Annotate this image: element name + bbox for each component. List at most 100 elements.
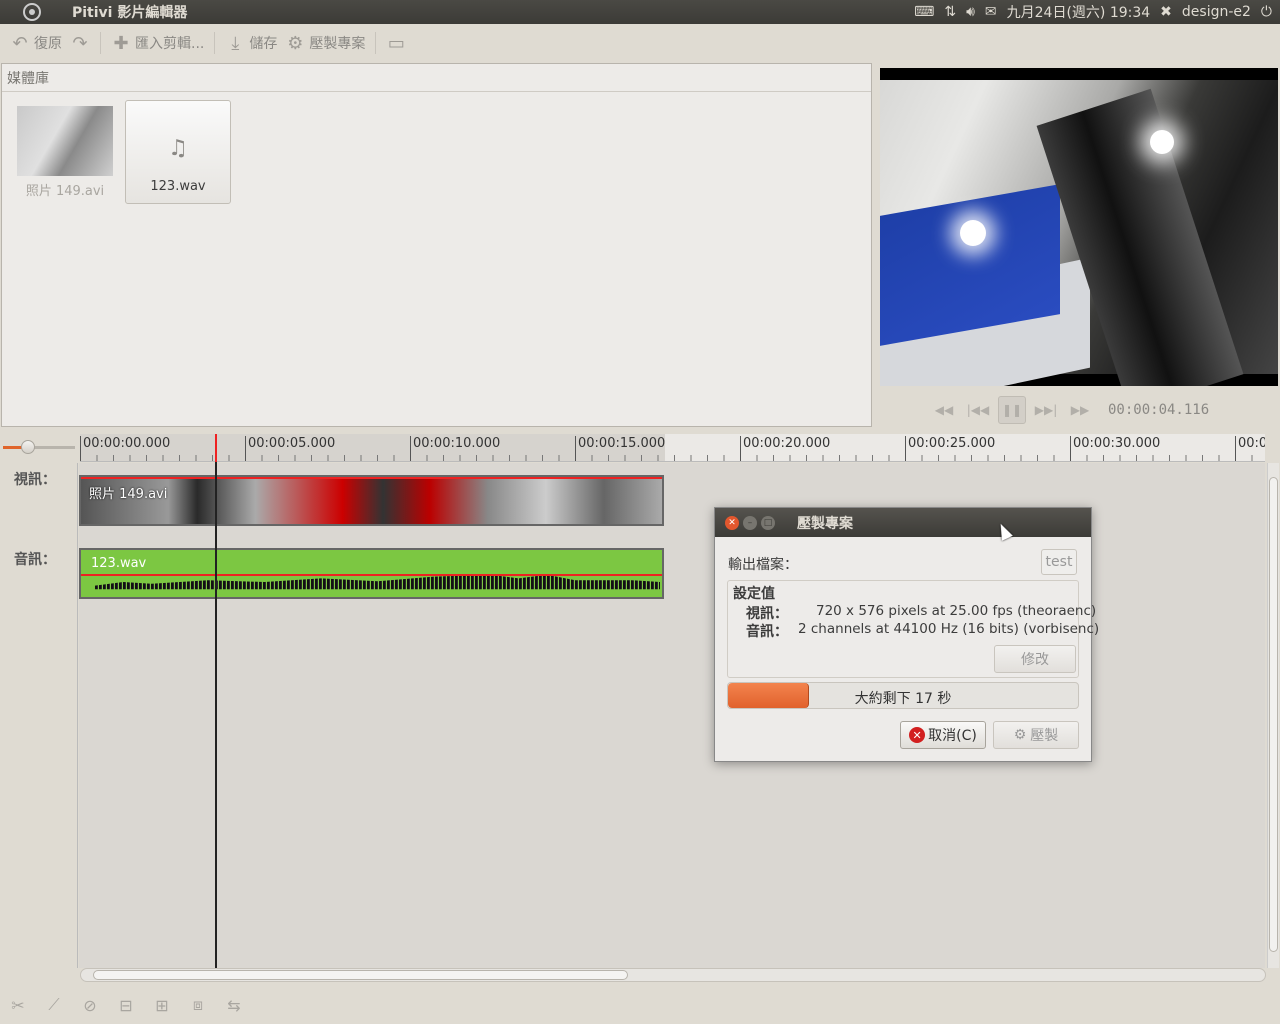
skip-end-icon[interactable]: ▶▶|	[1032, 396, 1060, 424]
audio-clip[interactable]: 123.wav	[79, 548, 664, 599]
timeline-toolbar: ✂ ⟋ ⊘ ⊟ ⊞ ⧈ ⇆	[6, 992, 246, 1018]
app-title: Pitivi 影片編輯器	[72, 5, 188, 21]
top-panel: Pitivi 影片編輯器 ⌨ ⇅ 🔊︎ ✉ 九月24日(週六) 19:34 ✖ …	[0, 0, 1280, 24]
music-note-icon: ♫	[168, 135, 188, 161]
network-icon[interactable]: ⇅	[944, 4, 956, 20]
ruler-tick: 00:00:15.000	[575, 436, 665, 461]
video-thumbnail	[17, 106, 113, 176]
viewer-timecode: 00:00:04.116	[1108, 402, 1210, 418]
fullscreen-button[interactable]: ▭	[382, 28, 410, 58]
volume-icon[interactable]: 🔊︎	[966, 4, 975, 20]
audio-clip-name: 123.wav	[91, 556, 147, 571]
track-labels: 視訊： 音訊：	[0, 463, 78, 968]
save-button[interactable]: ⤓ 儲存	[221, 28, 281, 58]
ruler-tick: 00:0(	[1235, 436, 1265, 461]
video-setting-label: 視訊：	[746, 606, 788, 622]
indicator-area: ⌨ ⇅ 🔊︎ ✉ 九月24日(週六) 19:34 ✖ design-e2 ⏻	[914, 0, 1280, 24]
save-icon: ⤓	[231, 32, 240, 54]
ubuntu-logo-icon[interactable]	[20, 0, 44, 24]
render-dialog: ✕ – □ 壓製專案 輸出檔案： test 設定值 視訊： 720 x 576 …	[714, 507, 1099, 762]
close-icon[interactable]: ✕	[725, 515, 739, 530]
render-progress-bar: 大約剩下 17 秒	[727, 682, 1079, 709]
power-icon[interactable]: ⏻	[1261, 4, 1272, 20]
undo-label: 復原	[34, 36, 62, 52]
playhead-marker[interactable]	[215, 434, 217, 462]
toolbar-separator	[375, 32, 377, 54]
playhead[interactable]	[215, 434, 217, 968]
rewind-icon[interactable]: ◀◀	[930, 396, 958, 424]
split-icon[interactable]: ✂	[6, 993, 30, 1017]
dialog-title: 壓製專案	[797, 515, 853, 532]
output-file-button[interactable]: test	[1041, 549, 1077, 575]
render-icon: ⚙	[1013, 727, 1027, 743]
media-item-label: 照片 149.avi	[25, 184, 105, 199]
scrollbar-thumb[interactable]	[93, 970, 628, 980]
settings-title: 設定值	[733, 586, 775, 602]
media-item-label: 123.wav	[150, 179, 206, 194]
video-clip-name: 照片 149.avi	[89, 487, 168, 502]
video-frame	[880, 80, 1278, 386]
save-label: 儲存	[249, 36, 278, 52]
progress-text: 大約剩下 17 秒	[854, 691, 952, 707]
media-library-panel: 媒體庫 照片 149.avi ♫ 123.wav	[1, 63, 872, 427]
minimize-icon[interactable]: –	[743, 515, 757, 530]
undo-arrow-icon: ↶	[12, 32, 28, 54]
import-clips-button[interactable]: ✚ 匯入剪輯...	[107, 28, 208, 58]
user-name[interactable]: design-e2	[1182, 4, 1251, 20]
media-item-video[interactable]: 照片 149.avi	[12, 102, 118, 206]
skip-start-icon[interactable]: |◀◀	[964, 396, 992, 424]
render-project-button[interactable]: ⚙ 壓製專案	[281, 28, 369, 58]
settings-group: 設定值 視訊： 720 x 576 pixels at 25.00 fps (t…	[727, 580, 1099, 678]
link-icon[interactable]: ⊞	[150, 993, 174, 1017]
modify-button[interactable]: 修改	[994, 645, 1076, 673]
keyboard-icon[interactable]: ⌨	[914, 4, 934, 20]
ruler-tick: 00:00:30.000	[1070, 436, 1160, 461]
video-clip[interactable]: 照片 149.avi	[79, 475, 664, 526]
mail-icon[interactable]: ✉	[985, 4, 997, 20]
import-label: 匯入剪輯...	[135, 36, 205, 52]
ruler-tick: 00:00:10.000	[410, 436, 500, 461]
horizontal-scrollbar[interactable]	[80, 968, 1266, 982]
vertical-scrollbar[interactable]	[1267, 463, 1279, 968]
user-status-icon[interactable]: ✖	[1160, 4, 1172, 20]
zoom-slider-knob[interactable]	[21, 440, 35, 454]
cancel-button[interactable]: ✕ 取消(C)	[900, 721, 986, 749]
group-icon[interactable]: ⧈	[186, 993, 210, 1017]
render-button[interactable]: ⚙ 壓製	[993, 721, 1079, 749]
keyframe-icon[interactable]: ⟋	[42, 993, 66, 1017]
render-button-label: 壓製	[1030, 728, 1059, 744]
pause-icon[interactable]: ❚❚	[998, 396, 1026, 424]
video-track-label: 視訊：	[14, 472, 56, 488]
gear-icon: ⚙	[287, 32, 304, 54]
render-label: 壓製專案	[309, 36, 366, 52]
add-icon: ✚	[113, 32, 129, 54]
dialog-titlebar[interactable]: ✕ – □ 壓製專案	[715, 508, 1091, 537]
unlink-icon[interactable]: ⊟	[114, 993, 138, 1017]
delete-icon[interactable]: ⊘	[78, 993, 102, 1017]
toolbar-separator	[100, 32, 101, 54]
undo-button[interactable]: ↶ 復原	[6, 28, 66, 58]
timeline-ruler[interactable]: 00:00:00.000 00:00:05.000 00:00:10.000 0…	[80, 434, 1265, 462]
maximize-icon[interactable]: □	[761, 515, 775, 530]
audio-waveform	[95, 574, 660, 590]
toolbar-separator	[214, 32, 216, 54]
ruler-tick: 00:00:25.000	[905, 436, 995, 461]
align-icon[interactable]: ⇆	[222, 993, 246, 1017]
media-item-audio[interactable]: ♫ 123.wav	[125, 100, 231, 204]
audio-setting-row: 音訊： 2 channels at 44100 Hz (16 bits) (vo…	[746, 621, 1099, 641]
audio-track-label: 音訊：	[14, 552, 56, 568]
clock[interactable]: 九月24日(週六) 19:34	[1007, 2, 1151, 22]
media-library-header: 媒體庫	[2, 64, 871, 92]
fast-forward-icon[interactable]: ▶▶	[1066, 396, 1094, 424]
main-toolbar: ↶ 復原 ↷ ✚ 匯入剪輯... ⤓ 儲存 ⚙ 壓製專案 ▭	[0, 24, 1280, 62]
output-file-label: 輸出檔案：	[728, 557, 798, 573]
video-viewer	[880, 68, 1278, 386]
video-setting-row: 視訊： 720 x 576 pixels at 25.00 fps (theor…	[746, 603, 1096, 623]
redo-button[interactable]: ↷	[66, 28, 94, 58]
ruler-tick: 00:00:00.000	[80, 436, 170, 461]
redo-arrow-icon: ↷	[72, 32, 88, 54]
filmstrip-icon: ▭	[387, 32, 405, 54]
zoom-slider[interactable]	[3, 440, 75, 454]
audio-setting-value: 2 channels at 44100 Hz (16 bits) (vorbis…	[798, 621, 1100, 637]
video-setting-value: 720 x 576 pixels at 25.00 fps (theoraenc…	[816, 603, 1097, 619]
